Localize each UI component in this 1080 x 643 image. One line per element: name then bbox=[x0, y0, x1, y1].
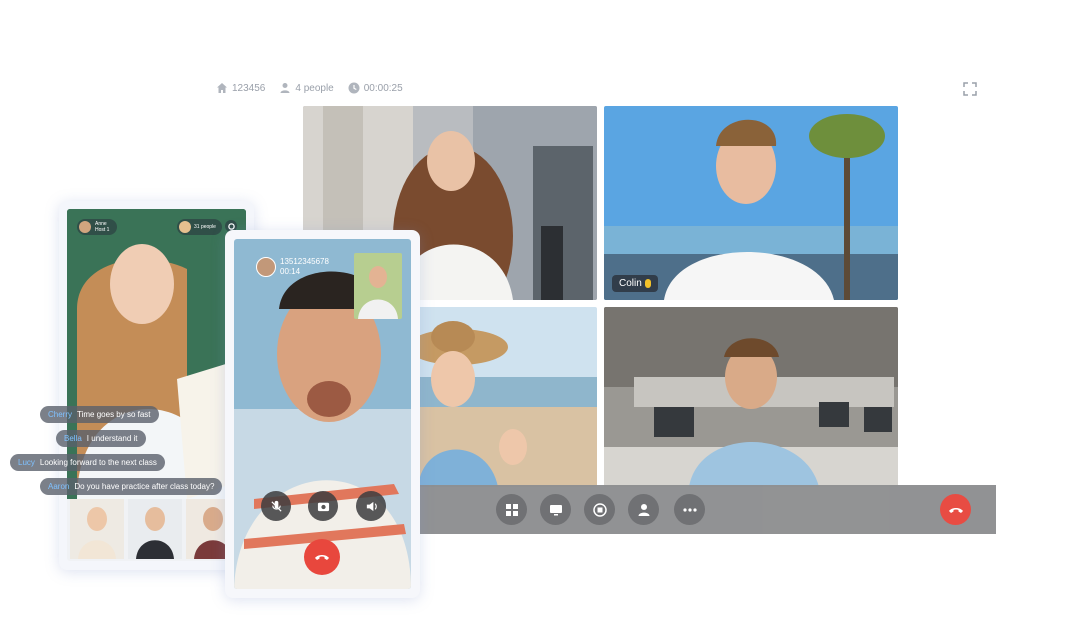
switch-camera-button[interactable] bbox=[308, 491, 338, 521]
video-tile-participant-4[interactable] bbox=[604, 307, 898, 487]
chat-text: Do you have practice after class today? bbox=[74, 482, 215, 491]
person-icon bbox=[280, 83, 290, 93]
room-id-value: 123456 bbox=[232, 82, 266, 94]
person-icon bbox=[638, 503, 649, 516]
phone-hangup-icon bbox=[948, 507, 963, 513]
phone-hangup-icon bbox=[315, 555, 329, 560]
caller-number: 13512345678 bbox=[280, 257, 329, 266]
host-sub: Host 1 bbox=[95, 227, 110, 233]
participants-badge[interactable]: 31 people bbox=[177, 219, 222, 235]
avatar bbox=[79, 221, 91, 233]
more-button[interactable] bbox=[674, 494, 705, 525]
screen-share-icon bbox=[549, 504, 562, 515]
classroom-screen: Anne Host 1 31 people bbox=[67, 209, 246, 561]
home-icon bbox=[217, 83, 227, 93]
grid-layout-icon bbox=[505, 503, 518, 516]
fullscreen-icon[interactable] bbox=[963, 82, 977, 96]
speaker-button[interactable] bbox=[356, 491, 386, 521]
chat-message: Bella I understand it bbox=[56, 430, 146, 447]
camera-icon bbox=[317, 502, 329, 511]
mute-button[interactable] bbox=[261, 491, 291, 521]
gear-icon bbox=[227, 222, 235, 230]
speaker-icon bbox=[366, 501, 377, 511]
chat-text: Looking forward to the next class bbox=[39, 458, 157, 467]
mic-off-icon bbox=[270, 500, 282, 512]
chat-text: I understand it bbox=[86, 434, 138, 443]
meeting-control-bar bbox=[418, 485, 996, 534]
share-screen-button[interactable] bbox=[540, 494, 571, 525]
caller-info: 13512345678 00:14 bbox=[280, 257, 329, 277]
record-button[interactable] bbox=[584, 494, 615, 525]
call-duration: 00:00:25 bbox=[348, 82, 403, 94]
student-thumbnail-2[interactable] bbox=[128, 499, 182, 559]
participants-button[interactable] bbox=[628, 494, 659, 525]
host-badge: Anne Host 1 bbox=[77, 219, 118, 235]
call-screen: 13512345678 00:14 bbox=[234, 239, 411, 589]
people-count: 4 people bbox=[279, 82, 334, 94]
chat-message: Lucy Looking forward to the next class bbox=[10, 454, 165, 471]
call-elapsed: 00:14 bbox=[280, 267, 301, 276]
chat-sender: Aaron bbox=[48, 482, 70, 491]
chat-sender: Bella bbox=[64, 434, 82, 443]
participant-name-tag: Colin bbox=[612, 275, 658, 292]
chat-sender: Lucy bbox=[18, 458, 35, 467]
participants-count: 31 people bbox=[194, 224, 216, 230]
room-id: 123456 bbox=[216, 82, 265, 94]
hang-up-button[interactable] bbox=[940, 494, 971, 525]
end-call-button[interactable] bbox=[304, 539, 340, 575]
layout-button[interactable] bbox=[496, 494, 527, 525]
more-icon bbox=[682, 507, 697, 512]
video-tile-colin[interactable]: Colin bbox=[604, 106, 898, 300]
chat-message: Cherry Time goes by so fast bbox=[40, 406, 159, 423]
chat-message: Aaron Do you have practice after class to… bbox=[40, 478, 223, 495]
avatar bbox=[179, 221, 191, 233]
avatar bbox=[256, 257, 276, 277]
self-view-thumbnail[interactable] bbox=[354, 253, 402, 319]
record-icon bbox=[592, 502, 607, 517]
call-duration-value: 00:00:25 bbox=[363, 82, 403, 94]
student-thumbnail-1[interactable] bbox=[70, 499, 124, 559]
video-tile-participant-3[interactable] bbox=[418, 307, 597, 487]
chat-text: Time goes by so fast bbox=[77, 410, 151, 419]
chat-sender: Cherry bbox=[48, 410, 73, 419]
people-count-value: 4 people bbox=[295, 82, 334, 94]
clock-icon bbox=[348, 82, 360, 94]
participant-name: Colin bbox=[619, 278, 642, 289]
meeting-info-bar: 123456 4 people 00:00:25 bbox=[216, 82, 403, 94]
mic-active-icon bbox=[644, 279, 651, 288]
mobile-call-preview: 13512345678 00:14 bbox=[225, 230, 420, 598]
